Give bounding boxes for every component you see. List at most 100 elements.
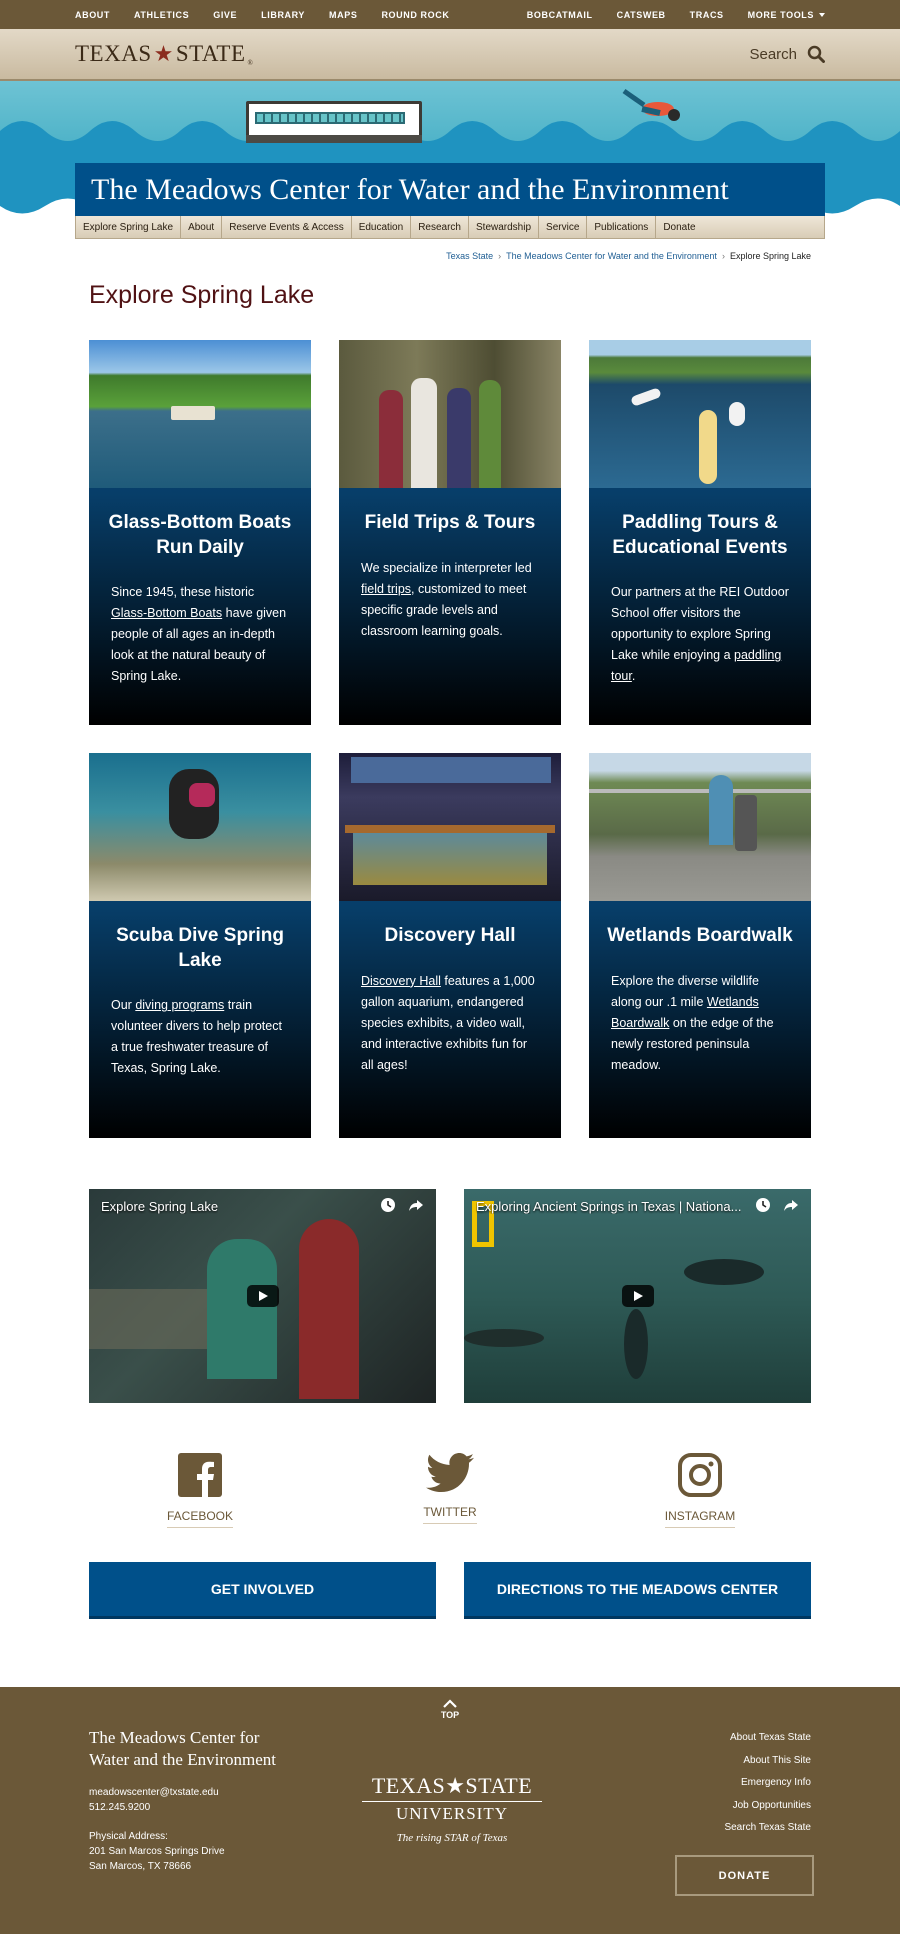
footer-donate-button[interactable]: DONATE [675, 1855, 814, 1896]
social-facebook[interactable]: FACEBOOK [89, 1453, 311, 1528]
nav-item-donate[interactable]: Donate [656, 216, 702, 238]
clock-icon[interactable] [755, 1197, 771, 1213]
nav-item-service[interactable]: Service [539, 216, 588, 238]
back-to-top-link[interactable]: TOP [440, 1699, 460, 1720]
card-text: Our partners at the REI Outdoor School o… [611, 585, 789, 684]
search-label: Search [749, 45, 797, 63]
social-links: FACEBOOK TWITTER INSTAGRAM [89, 1453, 811, 1528]
nav-item-research[interactable]: Research [411, 216, 469, 238]
share-icon[interactable] [783, 1197, 799, 1213]
footer-link-about-this-site[interactable]: About This Site [724, 1750, 811, 1773]
footer-contact: The Meadows Center for Water and the Env… [89, 1727, 276, 1874]
card-discovery-hall: Discovery Hall Discovery Hall features a… [339, 753, 561, 1138]
footer-phone: 512.245.9200 [89, 1802, 151, 1813]
facebook-label: FACEBOOK [166, 1509, 234, 1528]
search-icon [807, 45, 825, 63]
field-trips-link[interactable]: field trips [361, 582, 411, 596]
video-controls [380, 1197, 424, 1213]
footer-link-about-texas-state[interactable]: About Texas State [724, 1727, 811, 1750]
video-explore-spring-lake[interactable]: Explore Spring Lake [89, 1189, 436, 1403]
social-twitter[interactable]: TWITTER [339, 1453, 561, 1528]
site-header: TEXAS ★ STATE ® Search [0, 29, 900, 81]
utility-link-round-rock[interactable]: ROUND ROCK [381, 10, 449, 20]
diving-programs-link[interactable]: diving programs [135, 998, 224, 1012]
utility-link-maps[interactable]: MAPS [329, 10, 357, 20]
discovery-hall-link[interactable]: Discovery Hall [361, 974, 441, 988]
discovery-hall-photo [339, 753, 561, 901]
video-title: Exploring Ancient Springs in Texas | Nat… [476, 1199, 742, 1214]
nav-item-explore-spring-lake[interactable]: Explore Spring Lake [76, 216, 182, 238]
card-glass-bottom-boats: Glass-Bottom Boats Run Daily Since 1945,… [89, 340, 311, 725]
clock-icon[interactable] [380, 1197, 396, 1213]
card-scuba-dive: Scuba Dive Spring Lake Our diving progra… [89, 753, 311, 1138]
directions-button[interactable]: DIRECTIONS TO THE MEADOWS CENTER [464, 1562, 811, 1619]
diver-illustration [622, 88, 680, 121]
get-involved-button[interactable]: GET INVOLVED [89, 1562, 436, 1619]
utility-link-tracs[interactable]: TRACS [690, 10, 724, 20]
social-instagram[interactable]: INSTAGRAM [589, 1453, 811, 1528]
instagram-icon [678, 1453, 722, 1497]
address-line-2: San Marcos, TX 78666 [89, 1861, 192, 1872]
star-icon: ★ [153, 41, 174, 66]
footer-links: About Texas State About This Site Emerge… [724, 1727, 811, 1840]
address-label: Physical Address: [89, 1831, 168, 1842]
footer-link-job-opportunities[interactable]: Job Opportunities [724, 1795, 811, 1818]
field-trip-photo [339, 340, 561, 488]
utility-link-bobcatmail[interactable]: BOBCATMAIL [527, 10, 593, 20]
share-icon[interactable] [408, 1197, 424, 1213]
nav-item-about[interactable]: About [181, 216, 223, 238]
twitter-icon [426, 1453, 474, 1492]
more-tools-menu[interactable]: MORE TOOLS [748, 10, 825, 20]
utility-link-catsweb[interactable]: CATSWEB [617, 10, 666, 20]
footer-email[interactable]: meadowscenter@txstate.edu [89, 1785, 276, 1800]
site-footer: TOP The Meadows Center for Water and the… [0, 1687, 900, 1934]
nav-item-stewardship[interactable]: Stewardship [469, 216, 540, 238]
video-ancient-springs[interactable]: Exploring Ancient Springs in Texas | Nat… [464, 1189, 811, 1403]
facebook-icon [178, 1453, 222, 1497]
breadcrumb-meadows-center[interactable]: The Meadows Center for Water and the Env… [506, 251, 717, 261]
card-wetlands-boardwalk: Wetlands Boardwalk Explore the diverse w… [589, 753, 811, 1138]
card-text: Explore the diverse wildlife along our .… [611, 973, 774, 1072]
card-title: Field Trips & Tours [364, 512, 536, 533]
breadcrumb-texas-state[interactable]: Texas State [446, 251, 493, 261]
feature-cards: Glass-Bottom Boats Run Daily Since 1945,… [89, 340, 811, 1138]
top-label: TOP [440, 1710, 460, 1720]
video-controls [755, 1197, 799, 1213]
card-title: Scuba Dive Spring Lake [116, 925, 284, 971]
card-text: Discovery Hall features a 1,000 gallon a… [361, 973, 535, 1072]
footer-logo-wordmark: TEXAS★STATE [371, 1773, 533, 1798]
utility-link-athletics[interactable]: ATHLETICS [134, 10, 189, 20]
card-title: Paddling Tours & Educational Events [612, 512, 788, 558]
breadcrumb-current: Explore Spring Lake [729, 251, 811, 261]
nav-item-education[interactable]: Education [352, 216, 412, 238]
breadcrumb-separator: › [498, 251, 502, 261]
footer-link-emergency-info[interactable]: Emergency Info [724, 1772, 811, 1795]
glass-bottom-boat-illustration [246, 101, 422, 143]
nav-item-publications[interactable]: Publications [587, 216, 657, 238]
utility-links-left: ABOUT ATHLETICS GIVE LIBRARY MAPS ROUND … [75, 10, 449, 20]
play-icon[interactable] [621, 1285, 654, 1307]
footer-link-search-texas-state[interactable]: Search Texas State [724, 1817, 811, 1840]
utility-link-about[interactable]: ABOUT [75, 10, 110, 20]
glass-bottom-boats-link[interactable]: Glass-Bottom Boats [111, 606, 222, 620]
search-button[interactable]: Search [749, 45, 825, 63]
texas-state-logo[interactable]: TEXAS ★ STATE ® [75, 41, 253, 67]
glass-bottom-boat-photo [89, 340, 311, 488]
texas-state-university-logo[interactable]: TEXAS★STATE UNIVERSITY The rising STAR o… [362, 1773, 542, 1844]
card-title: Discovery Hall [384, 925, 516, 946]
footer-org-name: The Meadows Center for Water and the Env… [89, 1728, 276, 1769]
more-tools-label: MORE TOOLS [747, 9, 814, 20]
card-text: We specialize in interpreter led field t… [361, 560, 532, 638]
section-nav: Explore Spring Lake About Reserve Events… [75, 216, 825, 239]
card-paddling-tours: Paddling Tours & Educational Events Our … [589, 340, 811, 725]
utility-link-give[interactable]: GIVE [213, 10, 237, 20]
play-icon[interactable] [246, 1285, 279, 1307]
card-title: Glass-Bottom Boats Run Daily [108, 512, 292, 558]
address-line-1: 201 San Marcos Springs Drive [89, 1846, 225, 1857]
card-text: Our diving programs train volunteer dive… [111, 998, 282, 1076]
footer-logo-university: UNIVERSITY [362, 1801, 542, 1824]
utility-link-library[interactable]: LIBRARY [261, 10, 305, 20]
hero-banner: The Meadows Center for Water and the Env… [0, 81, 900, 216]
nav-item-reserve-events[interactable]: Reserve Events & Access [222, 216, 352, 238]
logo-word-texas: TEXAS [75, 41, 152, 66]
